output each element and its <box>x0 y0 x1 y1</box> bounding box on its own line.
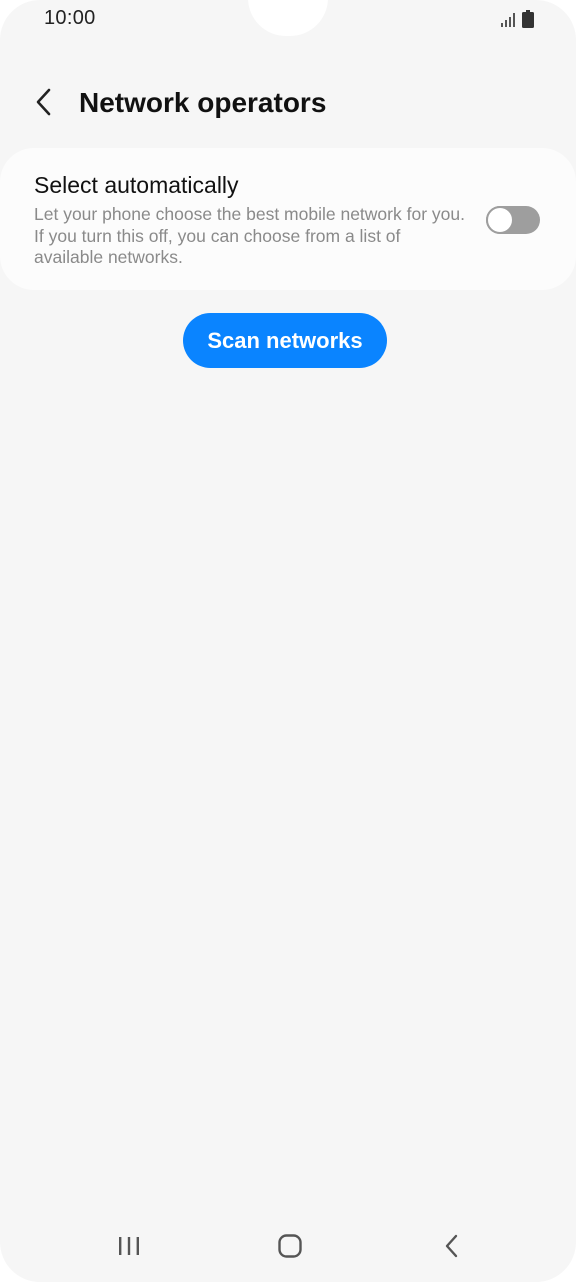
recent-apps-button[interactable] <box>109 1230 149 1266</box>
app-bar: Network operators <box>0 70 576 140</box>
system-back-button[interactable] <box>432 1230 472 1266</box>
back-button[interactable] <box>24 84 64 124</box>
scan-networks-button[interactable]: Scan networks <box>183 313 387 368</box>
back-icon <box>444 1233 460 1264</box>
camera-notch <box>248 0 328 36</box>
select-automatically-card[interactable]: Select automatically Let your phone choo… <box>0 148 576 290</box>
signal-icon <box>500 12 516 33</box>
home-icon <box>277 1233 303 1264</box>
chevron-left-icon <box>34 87 54 122</box>
screen: 10:00 Network operators Select automatic… <box>0 0 576 1282</box>
home-button[interactable] <box>270 1230 310 1266</box>
status-icons <box>500 10 534 33</box>
status-bar: 10:00 <box>0 0 576 38</box>
recent-apps-icon <box>117 1235 141 1262</box>
select-automatically-toggle[interactable] <box>486 206 540 234</box>
toggle-knob <box>486 206 514 234</box>
battery-icon <box>522 10 534 33</box>
select-automatically-description: Let your phone choose the best mobile ne… <box>34 204 465 267</box>
page-title: Network operators <box>79 87 327 118</box>
select-automatically-title: Select automatically <box>34 172 239 198</box>
navigation-bar <box>0 1218 576 1278</box>
status-time: 10:00 <box>44 7 96 29</box>
